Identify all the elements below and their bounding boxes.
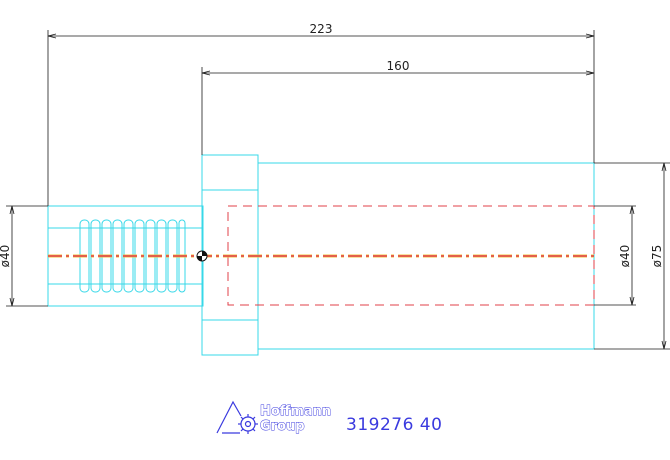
- dimension-body-length-label: 160: [387, 59, 410, 73]
- cad-drawing-canvas: 223 160 ø40 ø40 ø75 Hoffmann Group 31927…: [0, 0, 670, 460]
- dimension-overall-length: 223: [47, 22, 595, 206]
- technical-drawing: 223 160 ø40 ø40 ø75 Hoffmann Group 31927…: [0, 22, 670, 435]
- dimension-bore-diameter: ø40: [594, 205, 636, 306]
- dimension-shank-diameter-label: ø40: [0, 245, 12, 268]
- hoffmann-logo-icon: [216, 400, 258, 434]
- part-number: 319276 40: [346, 415, 442, 435]
- dimension-body-diameter-label: ø75: [650, 245, 664, 268]
- logo-brand-line1: Hoffmann: [260, 404, 331, 419]
- dimension-shank-diameter: ø40: [0, 205, 48, 307]
- logo-brand-line2: Group: [260, 419, 305, 434]
- dimension-overall-length-label: 223: [310, 22, 333, 36]
- dimension-bore-diameter-label: ø40: [618, 245, 632, 268]
- center-mark-icon: [196, 250, 208, 262]
- hoffmann-logo: Hoffmann Group: [216, 400, 332, 434]
- dimension-body-length: 160: [201, 59, 595, 155]
